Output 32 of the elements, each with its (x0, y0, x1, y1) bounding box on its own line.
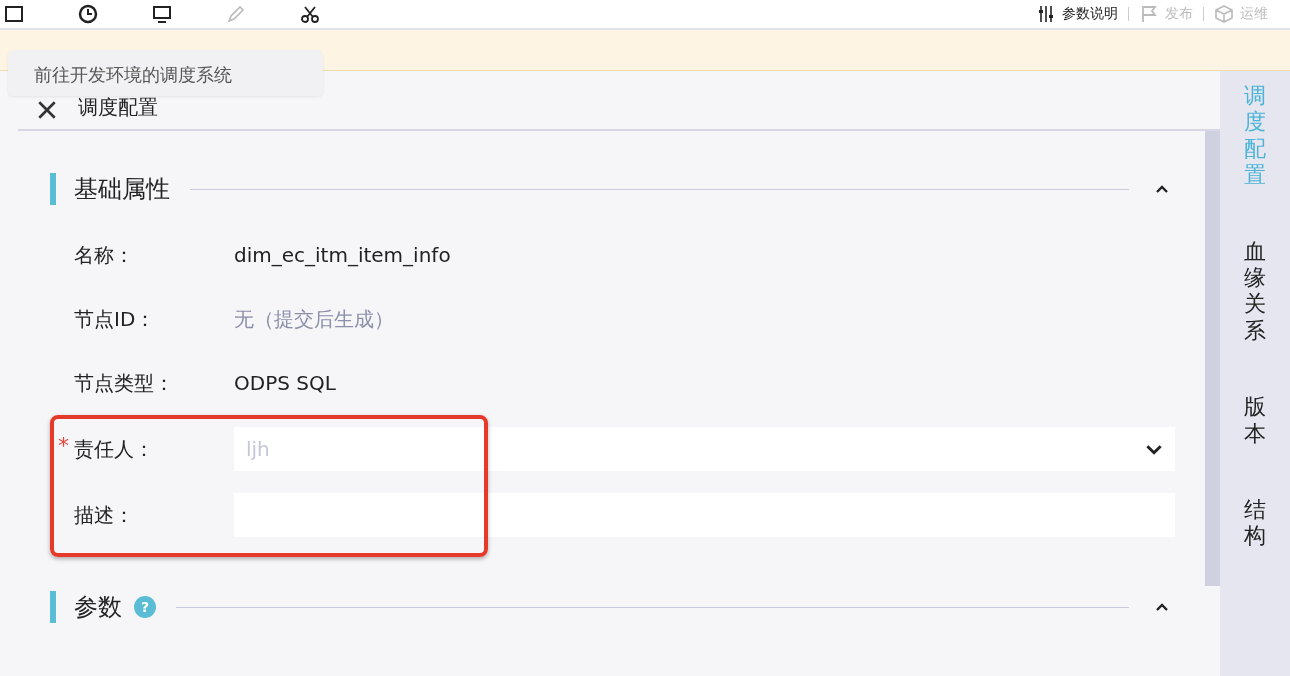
field-label: 节点类型： (74, 369, 175, 397)
field-value: dim_ec_itm_item_info (234, 243, 451, 267)
section-title: 参数 (74, 592, 122, 623)
toolbar-button[interactable]: 参数说明 (1036, 4, 1118, 24)
field-label: 节点ID： (74, 305, 157, 333)
field-label: 描述： (74, 501, 135, 529)
monitor-icon[interactable] (152, 4, 172, 24)
section-marker (50, 173, 56, 205)
field-value: ODPS SQL (234, 371, 336, 395)
panel-title: 调度配置 (78, 94, 158, 121)
side-tab[interactable]: 调度配置 (1244, 83, 1266, 189)
cube-icon (1214, 4, 1234, 24)
close-icon[interactable] (36, 99, 58, 121)
side-tab[interactable]: 血缘关系 (1244, 238, 1266, 345)
required-mark: * (58, 433, 69, 458)
section-title: 基础属性 (74, 174, 170, 205)
caret-icon (1145, 443, 1163, 455)
scrollbar[interactable] (1205, 131, 1220, 586)
field-label: 名称： (74, 241, 135, 269)
flag-icon (1139, 4, 1159, 24)
sliders-icon (1036, 4, 1056, 24)
tooltip: 前往开发环境的调度系统 (8, 50, 323, 96)
section-marker (50, 591, 56, 623)
square-icon[interactable] (4, 4, 24, 24)
field-label: 责任人： (74, 435, 155, 463)
field-value: 无（提交后生成） (234, 305, 394, 333)
clock-icon[interactable] (78, 4, 98, 24)
side-tab[interactable]: 版本 (1244, 394, 1266, 447)
side-tab[interactable]: 结构 (1244, 496, 1266, 550)
description-field[interactable] (234, 493, 1175, 537)
scissors-icon[interactable] (300, 4, 320, 24)
help-icon[interactable]: ? (134, 596, 156, 618)
